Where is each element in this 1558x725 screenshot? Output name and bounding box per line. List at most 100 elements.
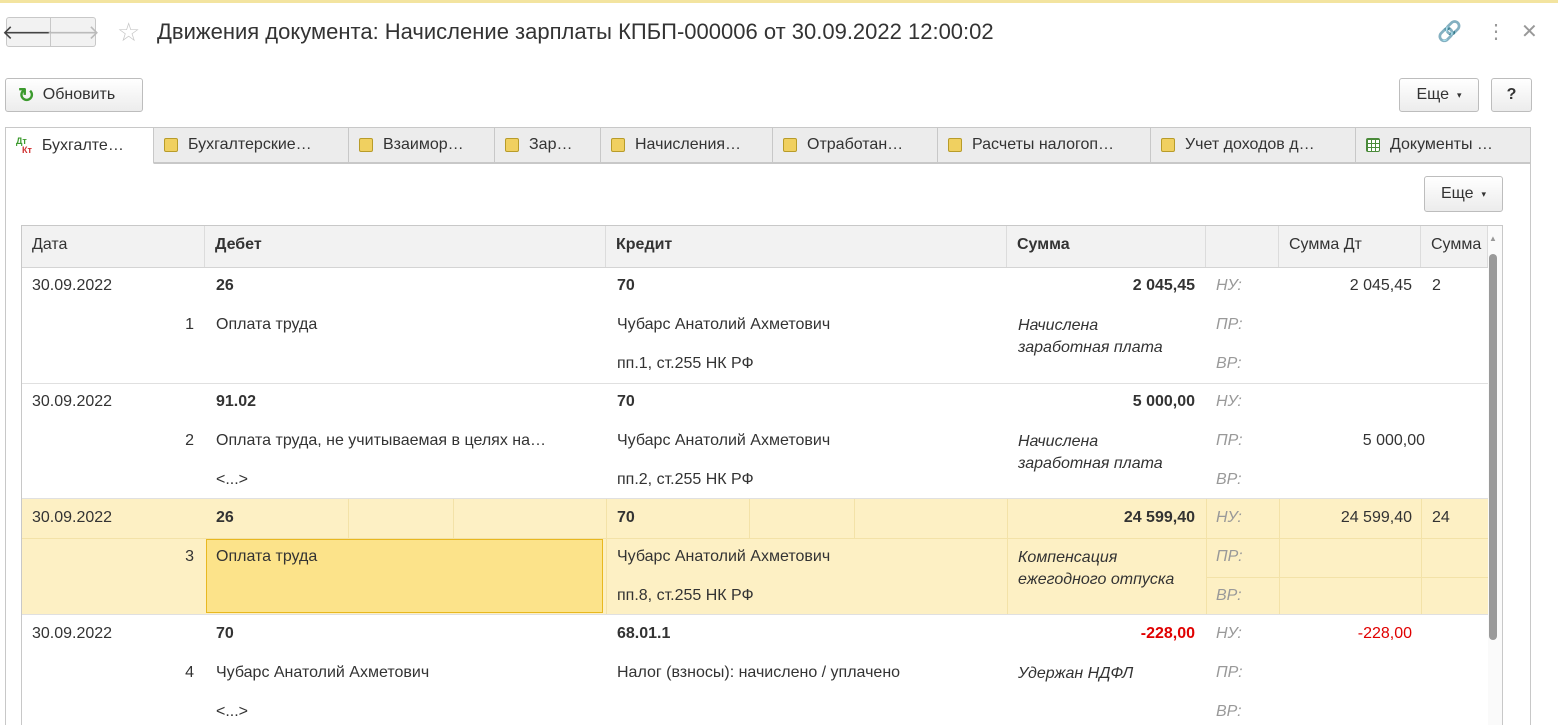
more-label: Еще <box>1416 86 1450 103</box>
refresh-icon: ↻ <box>18 84 35 107</box>
tab-label: Расчеты налогоп… <box>972 136 1115 153</box>
cell-comment[interactable]: Компенсация ежегодного отпуска <box>1018 547 1193 591</box>
tab-accounting-registers[interactable]: Бухгалтерские… <box>154 127 349 163</box>
cell-credit-subconto-2[interactable]: пп.8, ст.255 НК РФ <box>617 586 997 606</box>
label-pr[interactable]: ПР: <box>1216 547 1276 567</box>
cell-amount-dt-nu[interactable]: 2 045,45 <box>1284 276 1412 296</box>
cell-amount-dt-pr[interactable]: 5 000,00 <box>1284 431 1425 451</box>
tab-label: Начисления… <box>635 136 742 153</box>
caret-down-icon: ▾ <box>1457 89 1462 100</box>
tab-accruals[interactable]: Начисления… <box>601 127 773 163</box>
column-accounting-type[interactable] <box>1206 226 1279 267</box>
favorite-star-icon[interactable]: ☆ <box>117 18 140 46</box>
close-icon[interactable]: ✕ <box>1521 20 1538 44</box>
cell-date[interactable]: 30.09.2022 <box>32 624 197 644</box>
table-more-button[interactable]: Еще ▾ <box>1424 176 1503 212</box>
cell-debit-subconto[interactable]: Оплата труда <box>216 547 596 567</box>
cell-debit-account[interactable]: 26 <box>216 508 596 528</box>
cell-amount[interactable]: -228,00 <box>1012 624 1195 644</box>
selected-row-divider <box>1007 499 1008 614</box>
column-credit[interactable]: Кредит <box>606 226 1007 267</box>
cell-debit-subconto[interactable]: Чубарс Анатолий Ахметович <box>216 663 596 683</box>
column-amount[interactable]: Сумма <box>1007 226 1206 267</box>
cell-date[interactable]: 30.09.2022 <box>32 392 197 412</box>
link-icon[interactable]: 🔗 <box>1437 20 1462 44</box>
scroll-up-icon[interactable]: ▲ <box>1489 234 1497 243</box>
cell-amount[interactable]: 24 599,40 <box>1012 508 1195 528</box>
cell-amount-dt-nu[interactable]: 24 599,40 <box>1284 508 1412 528</box>
label-vr[interactable]: ВР: <box>1216 586 1276 606</box>
tab-tax-settlements[interactable]: Расчеты налогоп… <box>938 127 1151 163</box>
cell-amount-dt-nu[interactable]: -228,00 <box>1284 624 1412 644</box>
cell-credit-subconto[interactable]: Чубарс Анатолий Ахметович <box>617 547 997 567</box>
cell-row-number[interactable]: 1 <box>142 315 194 335</box>
cell-comment[interactable]: Удержан НДФЛ <box>1018 663 1193 685</box>
tab-salary[interactable]: Зар… <box>495 127 601 163</box>
cell-debit-subconto-2[interactable]: <...> <box>216 470 596 490</box>
more-button[interactable]: Еще ▾ <box>1399 78 1479 112</box>
cell-amount[interactable]: 5 000,00 <box>1012 392 1195 412</box>
cell-row-number[interactable]: 3 <box>142 547 194 567</box>
cell-amount[interactable]: 2 045,45 <box>1012 276 1195 296</box>
cell-debit-subconto-2[interactable]: <...> <box>216 702 596 722</box>
more-label: Еще <box>1440 185 1474 202</box>
refresh-button[interactable]: ↻ Обновить <box>5 78 143 112</box>
cell-credit-account[interactable]: 70 <box>617 508 997 528</box>
tab-worked-time[interactable]: Отработан… <box>773 127 938 163</box>
help-label: ? <box>1506 86 1517 103</box>
cell-credit-account[interactable]: 68.01.1 <box>617 624 997 644</box>
cell-credit-subconto-2[interactable]: пп.2, ст.255 НК РФ <box>617 470 997 490</box>
column-debit[interactable]: Дебет <box>205 226 606 267</box>
cell-debit-account[interactable]: 91.02 <box>216 392 596 412</box>
cell-amount-kt-nu[interactable]: 24 <box>1432 508 1488 528</box>
cell-credit-subconto[interactable]: Чубарс Анатолий Ахметович <box>617 315 997 335</box>
tab-income-accounting[interactable]: Учет доходов д… <box>1151 127 1356 163</box>
row-separator <box>22 498 1488 499</box>
column-amount-kt[interactable]: Сумма <box>1421 226 1488 267</box>
tab-accounting[interactable]: Дт Кт Бухгалте… <box>5 127 154 164</box>
label-vr[interactable]: ВР: <box>1216 470 1276 490</box>
cell-amount-kt-nu[interactable]: 2 <box>1432 276 1488 296</box>
label-nu[interactable]: НУ: <box>1216 624 1276 644</box>
more-menu-icon[interactable]: ⋮ <box>1486 20 1506 44</box>
register-icon <box>505 138 519 152</box>
forward-button[interactable]: 🡒 <box>46 17 100 47</box>
movements-table[interactable]: Дата Дебет Кредит Сумма Сумма Дт Сумма 3… <box>21 225 1503 725</box>
cell-debit-account[interactable]: 26 <box>216 276 596 296</box>
label-vr[interactable]: ВР: <box>1216 354 1276 374</box>
tab-settlements[interactable]: Взаимор… <box>349 127 495 163</box>
label-nu[interactable]: НУ: <box>1216 276 1276 296</box>
cell-credit-subconto[interactable]: Чубарс Анатолий Ахметович <box>617 431 997 451</box>
cell-row-number[interactable]: 2 <box>142 431 194 451</box>
cell-credit-account[interactable]: 70 <box>617 276 997 296</box>
help-button[interactable]: ? <box>1491 78 1532 112</box>
label-nu[interactable]: НУ: <box>1216 392 1276 412</box>
register-icon <box>164 138 178 152</box>
cell-date[interactable]: 30.09.2022 <box>32 508 197 528</box>
cell-credit-subconto-2[interactable]: пп.1, ст.255 НК РФ <box>617 354 997 374</box>
register-tabs: Дт Кт Бухгалте… Бухгалтерские… Взаимор… З… <box>5 127 1531 164</box>
label-pr[interactable]: ПР: <box>1216 663 1276 683</box>
tab-documents[interactable]: Документы … <box>1356 127 1531 163</box>
cell-comment[interactable]: Начислена заработная плата <box>1018 315 1193 359</box>
cell-row-number[interactable]: 4 <box>142 663 194 683</box>
label-pr[interactable]: ПР: <box>1216 431 1276 451</box>
column-amount-dt[interactable]: Сумма Дт <box>1279 226 1421 267</box>
label-vr[interactable]: ВР: <box>1216 702 1276 722</box>
back-button[interactable]: 🡐 <box>2 17 55 47</box>
cell-credit-account[interactable]: 70 <box>617 392 997 412</box>
selected-row-divider <box>1421 499 1422 614</box>
cell-debit-account[interactable]: 70 <box>216 624 596 644</box>
row-separator <box>22 614 1488 615</box>
cell-debit-subconto[interactable]: Оплата труда <box>216 315 596 335</box>
label-nu[interactable]: НУ: <box>1216 508 1276 528</box>
cell-comment[interactable]: Начислена заработная плата <box>1018 431 1193 475</box>
cell-credit-subconto[interactable]: Налог (взносы): начислено / уплачено <box>617 663 997 683</box>
cell-debit-subconto[interactable]: Оплата труда, не учитываемая в целях на… <box>216 431 596 451</box>
cell-date[interactable]: 30.09.2022 <box>32 276 197 296</box>
label-pr[interactable]: ПР: <box>1216 315 1276 335</box>
caret-down-icon: ▾ <box>1481 188 1487 199</box>
column-date[interactable]: Дата <box>22 226 205 267</box>
register-icon <box>611 138 625 152</box>
scrollbar-thumb[interactable] <box>1489 254 1497 640</box>
